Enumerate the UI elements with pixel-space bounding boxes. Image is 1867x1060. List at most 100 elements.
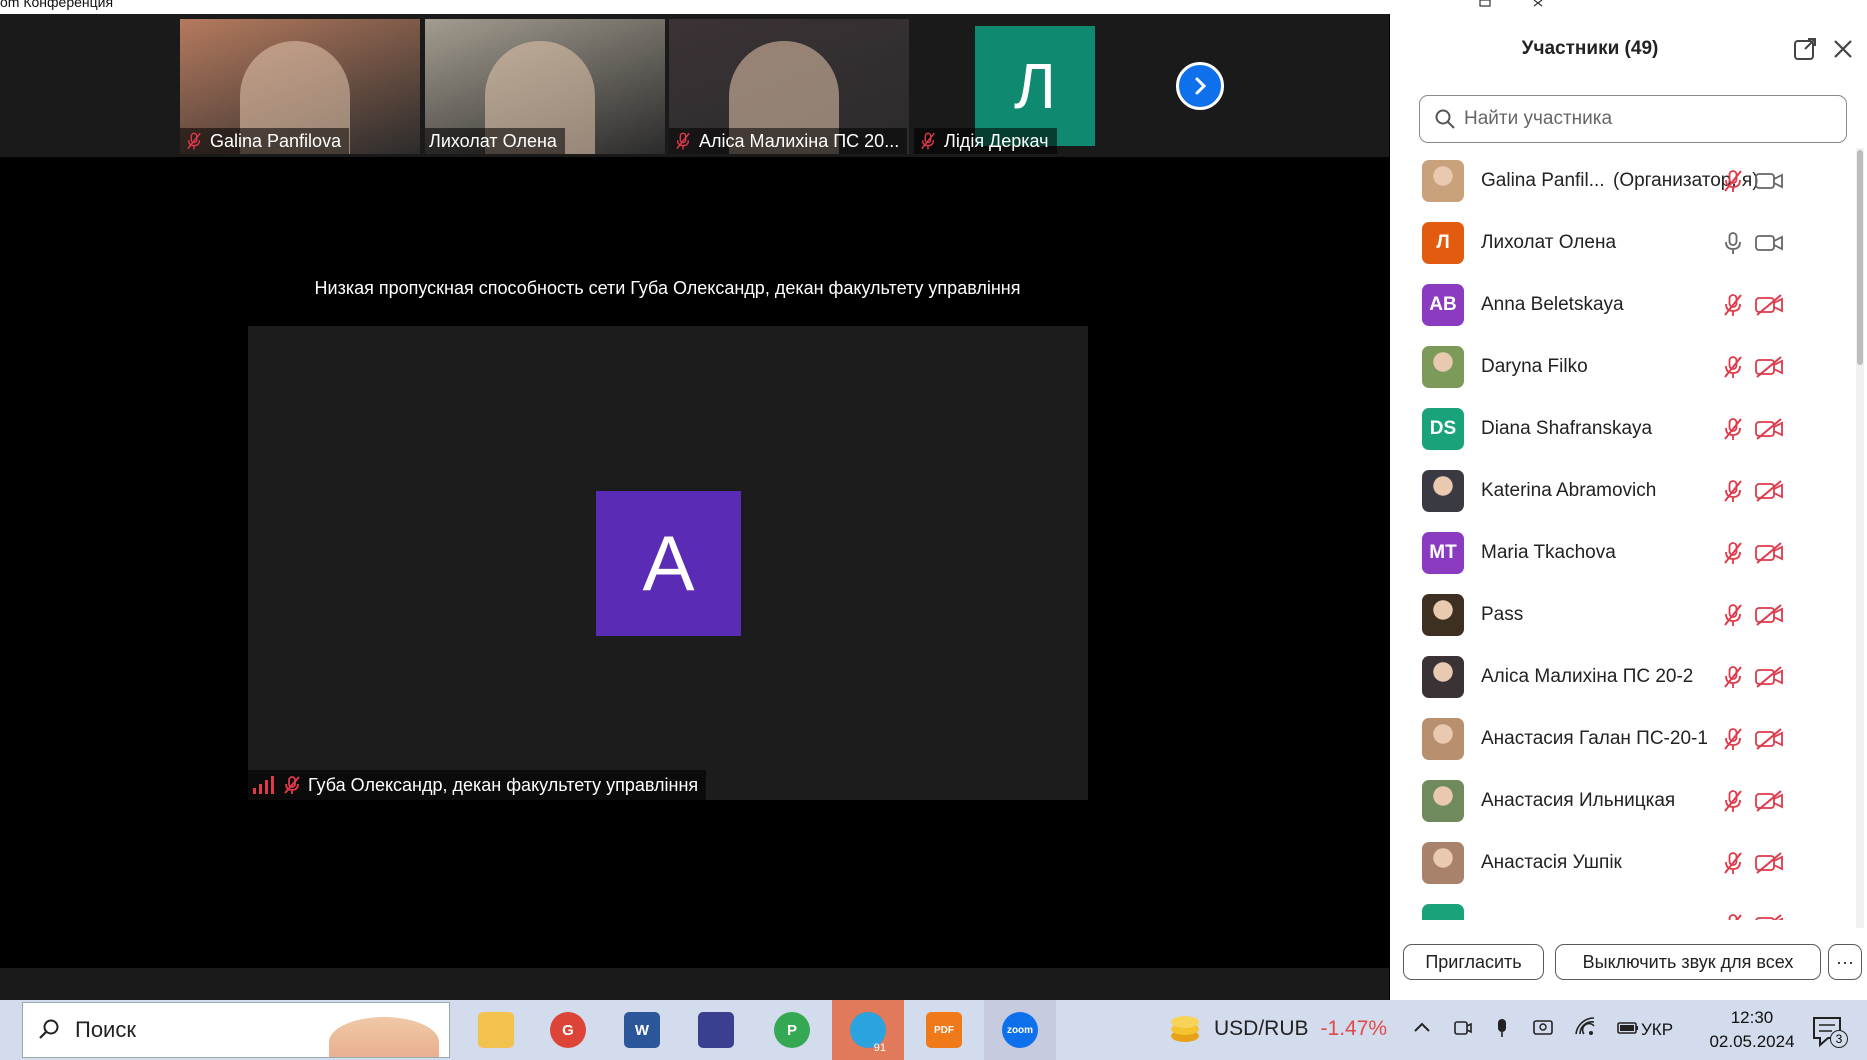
taskbar-app-save-app[interactable] xyxy=(680,1000,752,1060)
taskbar-app-zoom[interactable]: zoom xyxy=(984,1000,1056,1060)
camera-off-icon[interactable] xyxy=(1754,292,1784,318)
active-speaker-video[interactable]: A Губа Олександр, декан факультету управ… xyxy=(248,326,1088,800)
muted-mic-icon xyxy=(184,131,204,151)
participant-row[interactable]: Daryna Filko xyxy=(1390,336,1850,398)
muted-mic-icon[interactable] xyxy=(1720,292,1746,318)
mute-all-button[interactable]: Выключить звук для всех xyxy=(1555,944,1821,980)
participant-avatar: Л xyxy=(1422,222,1464,264)
participant-avatar xyxy=(1422,160,1464,202)
muted-mic-icon[interactable] xyxy=(1720,850,1746,876)
participant-thumbnail[interactable]: Аліса Малихіна ПС 20... xyxy=(669,19,909,154)
meeting-area: Galina Panfilova Лихолат Олена Аліса Малих… xyxy=(0,14,1389,1014)
participant-row[interactable]: Аліса Малихіна ПС 20-2 xyxy=(1390,646,1850,708)
participant-row[interactable]: Galina Panfil... (Организатор, я) xyxy=(1390,150,1850,212)
participant-name: Анастасия Ильницкая xyxy=(1481,790,1676,811)
camera-off-icon[interactable] xyxy=(1754,788,1784,814)
camera-off-icon[interactable] xyxy=(1754,850,1784,876)
muted-mic-icon[interactable] xyxy=(1720,168,1746,194)
participant-name: Анастасія Ушпік xyxy=(1481,852,1622,873)
restore-icon[interactable] xyxy=(1478,0,1492,8)
input-language[interactable]: УКР xyxy=(1641,1020,1673,1040)
taskbar-app-file-explorer[interactable] xyxy=(460,1000,532,1060)
participant-name: Katerina Abramovich xyxy=(1481,480,1657,501)
participant-row[interactable]: Л Лихолат Олена xyxy=(1390,212,1850,274)
display-icon[interactable] xyxy=(1532,1016,1554,1040)
taskbar-app-chrome-g[interactable]: G xyxy=(532,1000,604,1060)
participant-search[interactable] xyxy=(1419,95,1847,143)
participant-name: Galina Panfil... xyxy=(1481,170,1605,191)
camera-off-icon[interactable] xyxy=(1754,726,1784,752)
camera-off-icon[interactable] xyxy=(1754,416,1784,442)
camera-off-icon[interactable] xyxy=(1754,602,1784,628)
wifi-icon[interactable] xyxy=(1574,1016,1596,1040)
muted-mic-icon[interactable] xyxy=(1720,726,1746,752)
taskbar-app-word[interactable]: W xyxy=(606,1000,678,1060)
more-options-button[interactable]: ··· xyxy=(1828,944,1862,980)
participant-avatar xyxy=(1422,842,1464,884)
camera-icon[interactable] xyxy=(1754,230,1784,256)
muted-mic-icon[interactable] xyxy=(1720,664,1746,690)
muted-mic-icon[interactable] xyxy=(1720,602,1746,628)
network-warning: Низкая пропускная способность сети Губа … xyxy=(314,278,1021,298)
participant-row[interactable]: Анастасия Ильницкая xyxy=(1390,770,1850,832)
taskbar-app-pdf-app[interactable]: PDF xyxy=(908,1000,980,1060)
participant-thumbnail[interactable]: Лихолат Олена xyxy=(425,19,665,154)
thumbnail-name: Лідія Деркач xyxy=(944,130,1049,151)
camera-off-icon[interactable] xyxy=(1754,664,1784,690)
participant-row[interactable]: DS Diana Shafranskaya xyxy=(1390,398,1850,460)
chrome-g-icon: G xyxy=(550,1012,586,1048)
muted-mic-icon[interactable] xyxy=(1720,354,1746,380)
notification-center[interactable]: 3 xyxy=(1808,1012,1848,1052)
taskbar-app-chrome-p[interactable]: P xyxy=(756,1000,828,1060)
close-window-icon[interactable] xyxy=(1532,0,1546,8)
muted-mic-icon[interactable] xyxy=(1720,478,1746,504)
muted-mic-icon[interactable] xyxy=(1720,788,1746,814)
clock[interactable]: 12:30 02.05.2024 xyxy=(1707,1006,1797,1054)
muted-mic-icon xyxy=(918,131,938,151)
taskbar-app-telegram[interactable]: 91 xyxy=(832,1000,904,1060)
camera-off-icon[interactable] xyxy=(1754,478,1784,504)
thumbnail-label: Galina Panfilova xyxy=(180,128,350,154)
next-page-button[interactable] xyxy=(1176,62,1224,110)
participant-row[interactable]: AB Anna Beletskaya xyxy=(1390,274,1850,336)
chevron-up-icon[interactable] xyxy=(1412,1016,1432,1040)
muted-mic-icon[interactable] xyxy=(1720,912,1746,920)
close-icon[interactable] xyxy=(1830,36,1856,62)
muted-mic-icon xyxy=(284,776,300,794)
taskbar-search-text: Поиск xyxy=(75,1017,136,1042)
stock-widget[interactable]: USD/RUB -1.47% xyxy=(1168,1012,1387,1046)
invite-button[interactable]: Пригласить xyxy=(1403,944,1544,980)
taskbar-search[interactable]: Поиск xyxy=(22,1002,450,1058)
camera-off-icon[interactable] xyxy=(1754,912,1784,920)
battery-icon[interactable] xyxy=(1616,1016,1640,1040)
participant-row[interactable]: MT Maria Tkachova xyxy=(1390,522,1850,584)
participant-row[interactable]: Анастасія Ушпік xyxy=(1390,832,1850,894)
microphone-icon[interactable] xyxy=(1492,1016,1512,1040)
participant-thumbnail[interactable]: Galina Panfilova xyxy=(180,19,420,154)
search-input[interactable] xyxy=(1464,108,1824,130)
participant-thumbnail[interactable]: Л Лідія Деркач xyxy=(914,19,1154,154)
participant-name: Daryna Filko xyxy=(1481,356,1588,377)
participant-name: Diana Shafranskaya xyxy=(1481,418,1653,439)
participant-list: Galina Panfil... (Организатор, я) Л Лихолат… xyxy=(1390,150,1850,920)
participant-avatar xyxy=(1422,780,1464,822)
participant-row[interactable]: Katerina Abramovich xyxy=(1390,460,1850,522)
camera-icon[interactable] xyxy=(1754,168,1784,194)
participant-row[interactable]: Pass xyxy=(1390,584,1850,646)
participant-row[interactable]: Анастасия Галан ПС-20-1 xyxy=(1390,708,1850,770)
telegram-badge: 91 xyxy=(873,1042,886,1054)
clock-time: 12:30 xyxy=(1730,1008,1774,1027)
muted-mic-icon[interactable] xyxy=(1720,540,1746,566)
title-bar: om Конференция xyxy=(0,0,1390,14)
participant-row[interactable] xyxy=(1390,894,1850,920)
thumbnail-name: Аліса Малихіна ПС 20... xyxy=(699,130,900,151)
camera-off-icon[interactable] xyxy=(1754,354,1784,380)
muted-mic-icon[interactable] xyxy=(1720,416,1746,442)
meet-now-icon[interactable] xyxy=(1452,1016,1472,1040)
camera-off-icon[interactable] xyxy=(1754,540,1784,566)
participant-avatar xyxy=(1422,904,1464,920)
scrollbar-thumb[interactable] xyxy=(1857,150,1863,365)
mic-icon[interactable] xyxy=(1720,230,1746,256)
participants-panel: Участники (49) Galina Panfil...(Организа… xyxy=(1390,8,1867,1000)
popout-icon[interactable] xyxy=(1792,36,1818,62)
